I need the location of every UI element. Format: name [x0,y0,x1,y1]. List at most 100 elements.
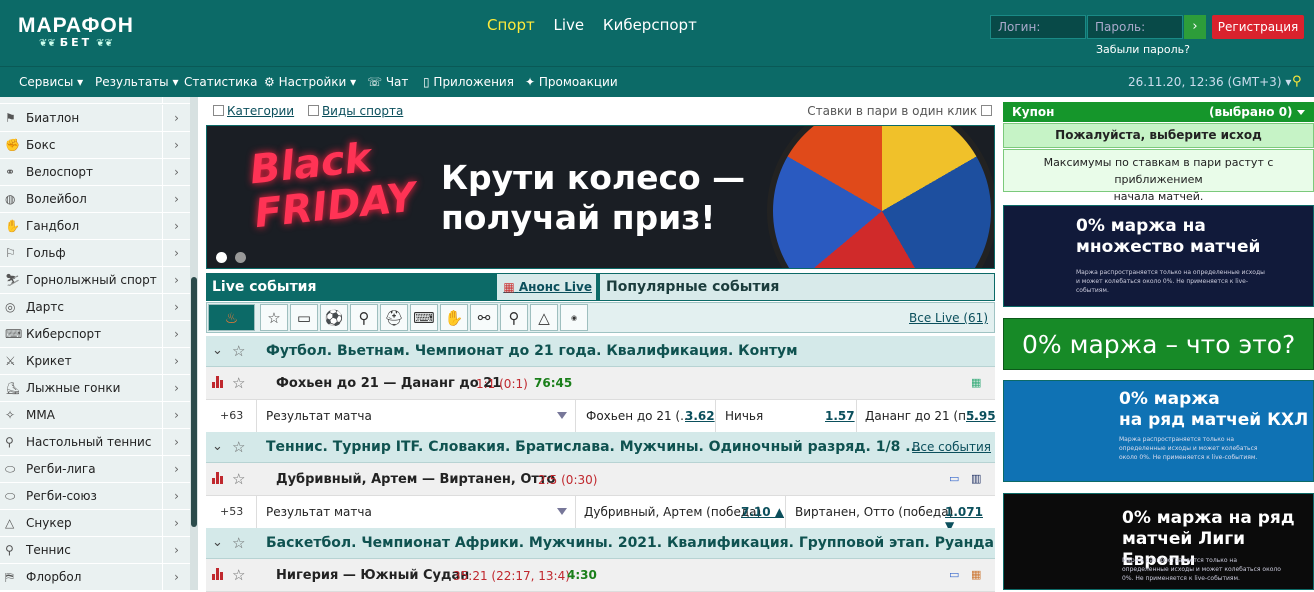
tennis-icon[interactable]: ⚲ [350,304,378,331]
nav-sport[interactable]: Спорт [487,16,535,34]
forgot-password-link[interactable]: Забыли пароль? [1096,43,1190,56]
tab-popular-events[interactable]: Популярные события [606,279,779,295]
sidebar-item[interactable]: ✋ Гандбол › [0,213,190,240]
chevron-right-icon[interactable]: › [162,375,190,401]
more-markets[interactable]: +53 [220,505,243,518]
star-icon[interactable]: ☆ [232,566,245,584]
sidebar-scrollbar[interactable] [190,97,198,590]
password-input[interactable]: Пароль: [1087,15,1183,39]
chevron-right-icon[interactable]: › [162,510,190,536]
chevron-right-icon[interactable]: › [162,456,190,482]
sidebar-item[interactable]: ⚭ Велоспорт › [0,159,190,186]
sidebar-item[interactable]: △ Снукер › [0,510,190,537]
chevron-right-icon[interactable]: › [162,294,190,320]
search-icon[interactable]: ⚲ [1292,74,1302,89]
chevron-right-icon[interactable]: › [162,537,190,563]
checkbox[interactable] [981,105,992,116]
scoreboard-icon[interactable]: ▥ [971,472,981,485]
coupon-header[interactable]: Купон (выбрано 0) [1003,102,1314,122]
star-icon[interactable]: ☆ [232,342,245,360]
chevron-down-icon[interactable]: ⌄ [212,535,223,550]
sidebar-item[interactable]: ⛷ Горнолыжный спорт › [0,267,190,294]
market-select[interactable]: Результат матча [256,400,576,432]
match-row[interactable]: ☆ Фохьен до 21 — Дананг до 21 1:1 (0:1) … [206,367,995,400]
chevron-down-icon[interactable] [1297,110,1305,115]
match-row[interactable]: ☆ Дубривный, Артем — Виртанен, Отто 2:5 … [206,463,995,496]
sidebar-item[interactable]: ⚐ Гольф › [0,240,190,267]
datetime-selector[interactable]: 26.11.20, 12:36 (GMT+3) ▾ [1128,75,1291,89]
chevron-right-icon[interactable]: › [162,348,190,374]
sidebar-item[interactable]: ✊ Бокс › [0,132,190,159]
star-icon[interactable]: ☆ [232,470,245,488]
menu-settings[interactable]: ⚙ Настройки ▾ [264,75,356,89]
snooker-icon[interactable]: △ [530,304,558,331]
tv-icon[interactable]: ▭ [949,568,959,581]
menu-promo[interactable]: ✦ Промоакции [525,75,618,89]
promo-zero-margin-many[interactable]: 0% маржа на множество матчей Маржа распро… [1003,205,1314,307]
chevron-right-icon[interactable]: › [162,267,190,293]
chevron-down-icon[interactable]: ⌄ [212,439,223,454]
match-row[interactable]: ☆ Нигерия — Южный Судан 35:21 (22:17, 13… [206,559,995,592]
nav-esports[interactable]: Киберспорт [603,16,697,34]
stats-icon[interactable] [212,376,224,388]
sidebar-item[interactable]: ⛸ Лыжные гонки › [0,375,190,402]
sidebar-item[interactable]: ⚔ Крикет › [0,348,190,375]
tv-icon[interactable]: ▭ [949,472,959,485]
chevron-right-icon[interactable]: › [162,213,190,239]
sidebar-item[interactable]: ✧ ММА › [0,402,190,429]
tab-live-events[interactable]: Live события ▦ Анонс Live [207,274,600,300]
sidebar-item[interactable]: ◎ Дартс › [0,294,190,321]
field-icon[interactable]: ▦ [971,568,981,581]
menu-apps[interactable]: ▯ Приложения [423,75,514,89]
chevron-right-icon[interactable]: › [162,159,190,185]
slide-dot[interactable] [216,252,227,263]
all-events-link[interactable]: Все события [912,440,991,454]
chevron-right-icon[interactable]: › [162,186,190,212]
scrollbar-thumb[interactable] [191,277,197,527]
banner-pagination[interactable] [216,248,254,267]
star-icon[interactable]: ☆ [260,304,288,331]
checkbox[interactable] [307,105,319,116]
sidebar-item[interactable]: ⬭ Регби-союз › [0,483,190,510]
sidebar-item[interactable]: ⌨ Киберспорт › [0,321,190,348]
chevron-right-icon[interactable]: › [162,321,190,347]
chevron-right-icon[interactable]: › [162,240,190,266]
login-submit-button[interactable]: › [1184,15,1206,39]
menu-services[interactable]: Сервисы ▾ [19,75,83,89]
chevron-right-icon[interactable]: › [162,483,190,509]
odds-button[interactable]: 7.10 ▲ [741,505,784,519]
sidebar-item[interactable]: ⛿ Флорбол › [0,564,190,590]
stats-icon[interactable] [212,568,224,580]
chevron-right-icon[interactable]: › [162,429,190,455]
promo-zero-margin-what[interactable]: 0% маржа – что это? [1003,318,1314,370]
sports-filter[interactable]: Виды спорта [307,104,403,118]
monitor-icon[interactable]: ▭ [290,304,318,331]
register-button[interactable]: Регистрация [1212,15,1304,39]
sidebar-item[interactable]: ⚲ Теннис › [0,537,190,564]
promo-zero-margin-khl[interactable]: 0% маржа на ряд матчей КХЛ Маржа распрост… [1003,380,1314,482]
badminton-icon[interactable]: ⚲ [500,304,528,331]
chevron-right-icon[interactable]: › [162,564,190,590]
menu-statistics[interactable]: Статистика [184,75,258,89]
chevron-right-icon[interactable]: › [162,402,190,428]
one-click-bet-toggle[interactable]: Ставки в пари в один клик [807,104,995,118]
futsal-icon[interactable]: ◉ [560,304,588,331]
sidebar-item[interactable]: ◍ Волейбол › [0,186,190,213]
league-header[interactable]: ⌄ ☆ Баскетбол. Чемпионат Африки. Мужчины.… [206,528,995,559]
sidebar-item[interactable]: ⚲ Настольный теннис › [0,429,190,456]
more-markets[interactable]: +63 [220,409,243,422]
league-header[interactable]: ⌄ ☆ Теннис. Турнир ITF. Словакия. Братисл… [206,432,995,463]
odds-button[interactable]: 1.57 [825,409,855,423]
sidebar-item-partial[interactable] [0,97,190,104]
star-icon[interactable]: ☆ [232,438,245,456]
announce-live-link[interactable]: ▦ Анонс Live [497,274,596,300]
star-icon[interactable]: ☆ [232,534,245,552]
star-icon[interactable]: ☆ [232,374,245,392]
gamepad-icon[interactable]: ⌨ [410,304,438,331]
promo-zero-margin-europa[interactable]: 0% маржа на ряд матчей Лиги Европы Маржа … [1003,493,1314,590]
stats-icon[interactable] [212,472,224,484]
sidebar-item[interactable]: ⚑ Биатлон › [0,105,190,132]
checkbox[interactable] [213,105,224,116]
table-tennis-icon[interactable]: ⚯ [470,304,498,331]
login-input[interactable]: Логин: [990,15,1086,39]
